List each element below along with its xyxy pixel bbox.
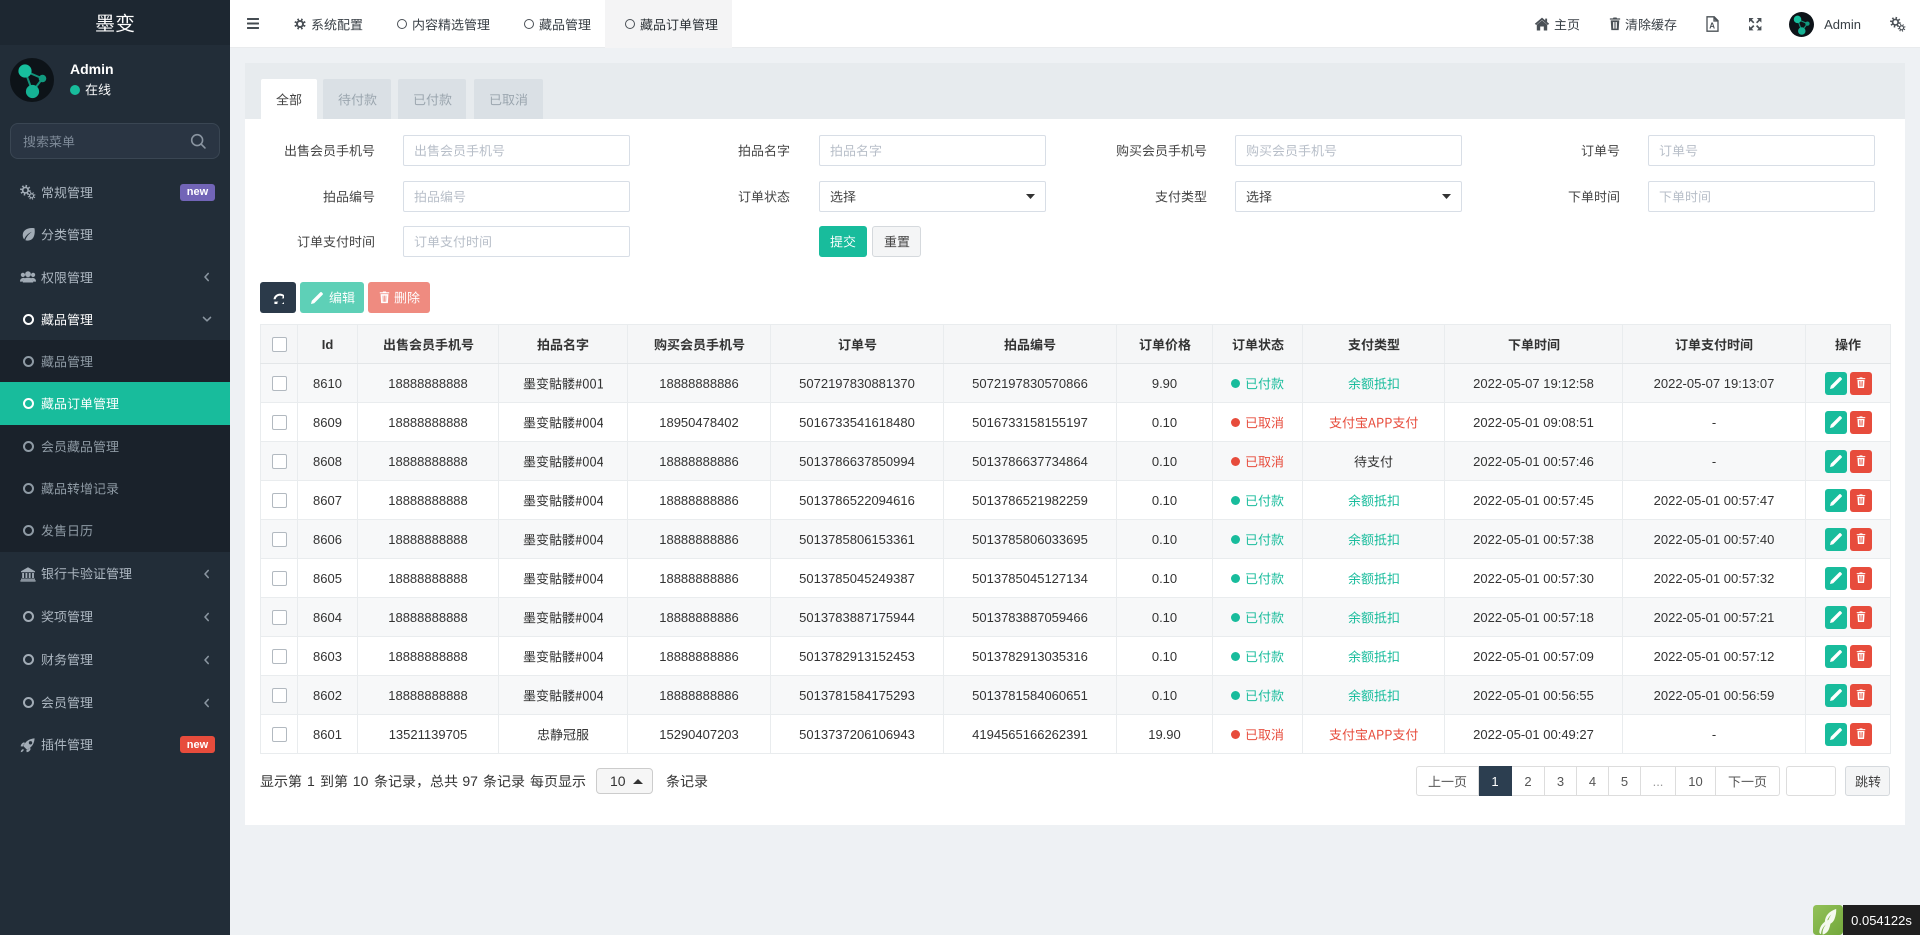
svg-text:A: A — [1709, 22, 1715, 31]
